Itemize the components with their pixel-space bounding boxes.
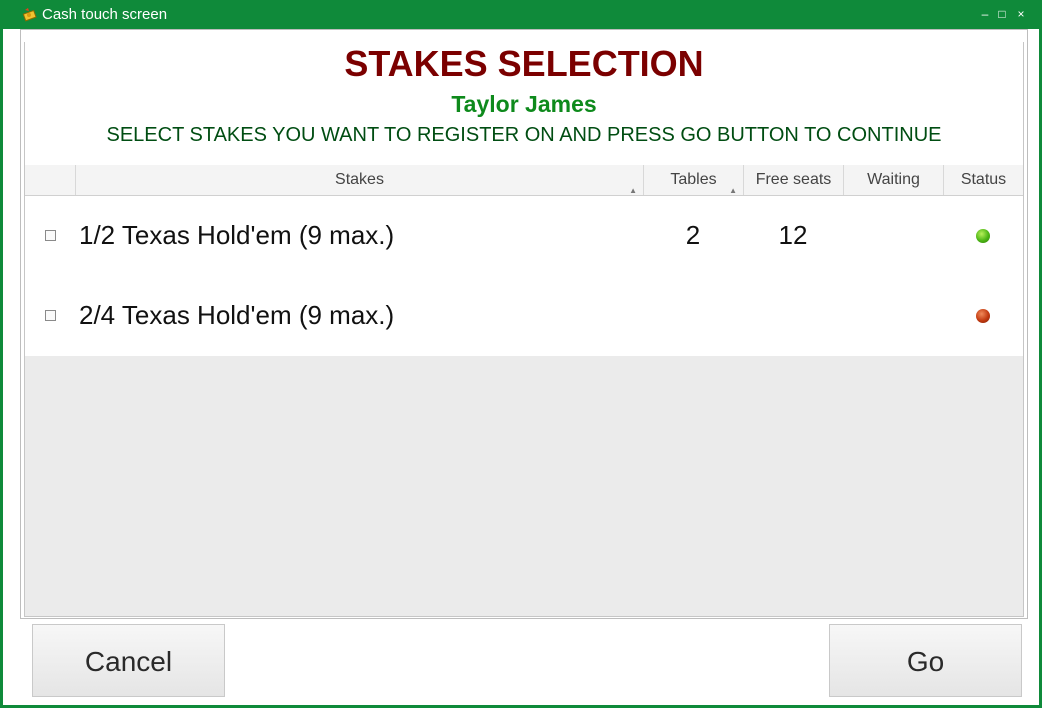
status-offline-icon bbox=[976, 309, 990, 323]
select-column-header bbox=[25, 165, 75, 195]
column-header-tables[interactable]: Tables ▲ bbox=[643, 165, 743, 195]
content-frame: STAKES SELECTION Taylor James SELECT STA… bbox=[20, 29, 1028, 619]
page-title: STAKES SELECTION bbox=[344, 43, 704, 84]
table-header: Stakes ▲ Tables ▲ Free seats Waiting Sta… bbox=[25, 165, 1023, 196]
maximize-button[interactable]: □ bbox=[994, 5, 1010, 23]
column-header-waiting-label: Waiting bbox=[867, 171, 920, 188]
title-bar[interactable]: Cash touch screen – □ × bbox=[3, 0, 1042, 29]
stakes-panel: STAKES SELECTION Taylor James SELECT STA… bbox=[24, 31, 1024, 617]
column-header-stakes-label: Stakes bbox=[335, 171, 384, 188]
column-header-status[interactable]: Status bbox=[943, 165, 1023, 195]
cancel-button[interactable]: Cancel bbox=[32, 624, 225, 697]
column-header-stakes[interactable]: Stakes ▲ bbox=[75, 165, 643, 195]
column-header-tables-label: Tables bbox=[670, 171, 717, 188]
stakes-list: 1/2 Texas Hold'em (9 max.) 2 12 2/4 Texa… bbox=[25, 196, 1023, 356]
heading-area: STAKES SELECTION Taylor James SELECT STA… bbox=[25, 31, 1023, 181]
free-seats-cell: 12 bbox=[778, 220, 808, 250]
stakes-cell: 2/4 Texas Hold'em (9 max.) bbox=[79, 300, 395, 330]
stakes-cell: 1/2 Texas Hold'em (9 max.) bbox=[79, 220, 395, 250]
table-row[interactable]: 2/4 Texas Hold'em (9 max.) bbox=[25, 276, 1023, 356]
column-header-waiting[interactable]: Waiting bbox=[843, 165, 943, 195]
close-button[interactable]: × bbox=[1013, 5, 1029, 23]
table-row[interactable]: 1/2 Texas Hold'em (9 max.) 2 12 bbox=[25, 196, 1023, 276]
column-header-free-seats[interactable]: Free seats bbox=[743, 165, 843, 195]
row-select-checkbox[interactable] bbox=[45, 310, 56, 321]
column-header-free-seats-label: Free seats bbox=[755, 171, 832, 188]
cash-app-icon bbox=[22, 8, 37, 22]
minimize-button[interactable]: – bbox=[977, 5, 993, 23]
player-name: Taylor James bbox=[451, 91, 597, 117]
tables-cell: 2 bbox=[685, 220, 701, 250]
instruction-text: SELECT STAKES YOU WANT TO REGISTER ON AN… bbox=[106, 124, 942, 146]
go-button[interactable]: Go bbox=[829, 624, 1022, 697]
column-header-status-label: Status bbox=[960, 171, 1007, 188]
app-window: Cash touch screen – □ × STAKES SELECTION… bbox=[0, 0, 1042, 708]
row-select-checkbox[interactable] bbox=[45, 230, 56, 241]
window-title: Cash touch screen bbox=[42, 6, 168, 23]
status-online-icon bbox=[976, 229, 990, 243]
